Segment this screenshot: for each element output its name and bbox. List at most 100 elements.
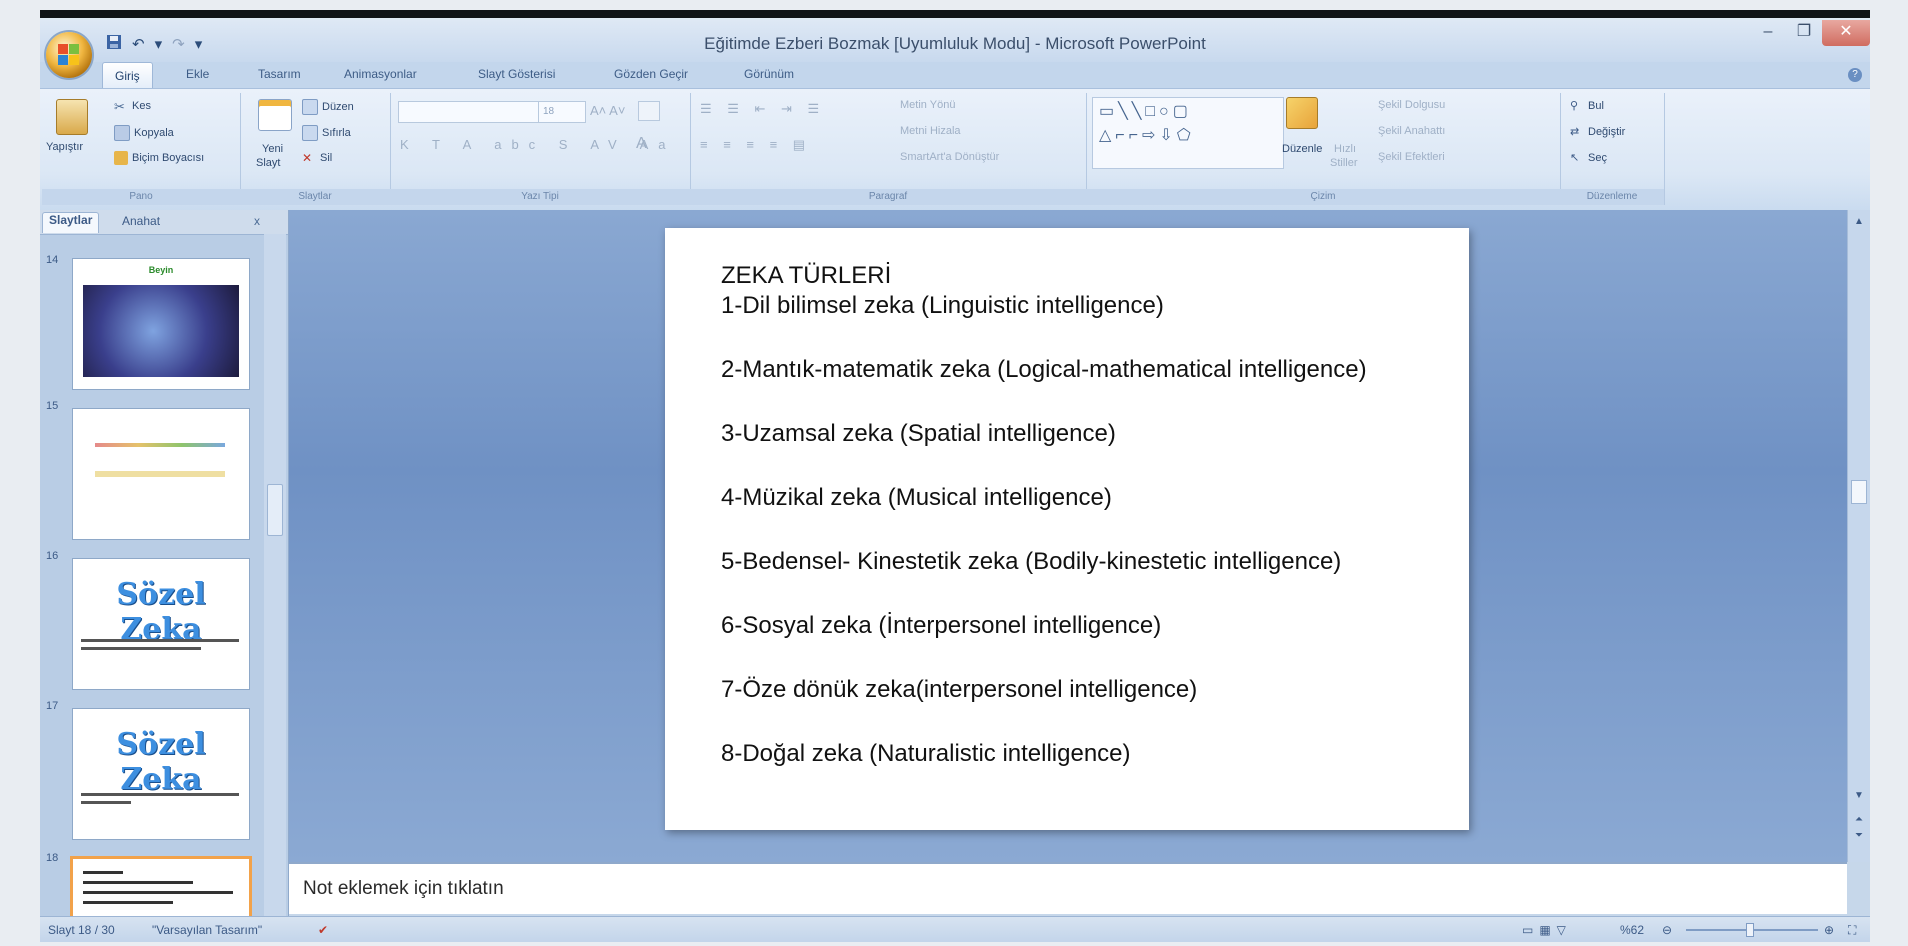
replace-button[interactable]: ⇄ Değiştir xyxy=(1570,125,1625,139)
tab-slideshow[interactable]: Slayt Gösterisi xyxy=(478,67,555,81)
cut-button[interactable]: ✂ Kes xyxy=(114,99,151,114)
delete-label: Sil xyxy=(320,151,333,164)
new-slide-label[interactable]: Yeni xyxy=(262,143,283,155)
paragraph-group-label: Paragraf xyxy=(690,189,1086,205)
tab-insert[interactable]: Ekle xyxy=(186,67,209,81)
copy-button[interactable]: Kopyala xyxy=(114,125,174,141)
tab-review[interactable]: Gözden Geçir xyxy=(614,67,688,81)
delete-slide-button[interactable]: ✕ Sil xyxy=(302,151,332,165)
help-icon[interactable]: ? xyxy=(1848,68,1862,82)
thumbnails-scroll-thumb[interactable] xyxy=(267,484,283,536)
font-name-combo[interactable] xyxy=(398,101,540,123)
arrange-icon[interactable] xyxy=(1286,97,1318,129)
slide-list-item[interactable]: 2-Mantık-matematik zeka (Logical-mathema… xyxy=(721,356,1367,384)
grow-font-icon[interactable]: A˄ A˅ xyxy=(590,103,625,118)
slide-thumbnail-15[interactable] xyxy=(72,408,250,540)
tab-outline[interactable]: Anahat xyxy=(122,214,160,228)
slide-list-item[interactable]: 4-Müzikal zeka (Musical intelligence) xyxy=(721,484,1112,512)
quick-styles-label[interactable]: Hızlı xyxy=(1334,143,1356,155)
thumb-text-line xyxy=(83,881,193,884)
next-slide-icon[interactable]: ⏷ xyxy=(1852,830,1866,841)
scroll-up-icon[interactable]: ▲ xyxy=(1852,216,1866,227)
shapes-gallery[interactable]: ▭╲╲□○▢ △⌐⌐⇨⇩⬠ xyxy=(1092,97,1284,169)
slide-thumbnail-14[interactable]: Beyin xyxy=(72,258,250,390)
slide-list-item[interactable]: 8-Doğal zeka (Naturalistic intelligence) xyxy=(721,740,1131,768)
scissors-icon: ✂ xyxy=(114,99,125,114)
slide-list-item[interactable]: 7-Öze dönük zeka(interpersonel intellige… xyxy=(721,676,1197,704)
font-size-combo[interactable]: 18 xyxy=(538,101,586,123)
shape-outline-button[interactable]: Şekil Anahattı xyxy=(1378,125,1445,137)
thumb-number: 15 xyxy=(46,400,59,412)
slide-counter: Slayt 18 / 30 xyxy=(48,923,115,937)
close-button[interactable]: ✕ xyxy=(1822,20,1870,46)
paste-icon[interactable] xyxy=(56,99,88,135)
slide-thumbnail-18[interactable] xyxy=(70,856,252,918)
paste-button[interactable]: Yapıştır xyxy=(46,141,83,153)
thumb-text-line xyxy=(95,471,225,477)
tab-home[interactable]: Giriş xyxy=(102,62,153,89)
slide-thumbnail-17[interactable]: Sözel Zeka xyxy=(72,708,250,840)
zoom-in-icon[interactable]: ⊕ xyxy=(1824,923,1834,937)
brain-image xyxy=(83,285,239,377)
text-direction-button[interactable]: Metin Yönü xyxy=(900,99,955,111)
tab-view[interactable]: Görünüm xyxy=(744,67,794,81)
replace-icon: ⇄ xyxy=(1570,126,1580,138)
align-buttons[interactable]: ≡ ≡ ≡ ≡ ▤ xyxy=(700,137,811,153)
reset-icon xyxy=(302,125,318,141)
view-buttons[interactable]: ▭▦▽ xyxy=(1522,923,1572,937)
previous-slide-icon[interactable]: ⏶ xyxy=(1852,814,1866,825)
layout-button[interactable]: Düzen xyxy=(302,99,354,115)
notes-pane[interactable]: Not eklemek için tıklatın xyxy=(289,862,1847,914)
tab-slides[interactable]: Slaytlar xyxy=(42,212,100,233)
office-button[interactable] xyxy=(46,32,92,78)
current-slide[interactable]: ZEKA TÜRLERİ 1-Dil bilimsel zeka (Lingui… xyxy=(665,228,1469,830)
clipboard-group-label: Pano xyxy=(42,189,240,205)
tab-animations[interactable]: Animasyonlar xyxy=(344,67,417,81)
new-slide-icon[interactable] xyxy=(258,99,292,131)
slide-editing-area: ZEKA TÜRLERİ 1-Dil bilimsel zeka (Lingui… xyxy=(289,210,1847,862)
slides-group-label: Slaytlar xyxy=(240,189,390,205)
minimize-button[interactable]: – xyxy=(1750,20,1786,46)
font-color-icon[interactable]: A xyxy=(636,135,647,153)
quick-styles-label-2[interactable]: Stiller xyxy=(1330,157,1358,169)
scroll-down-icon[interactable]: ▼ xyxy=(1852,790,1866,801)
slide-list-item[interactable]: 6-Sosyal zeka (İnterpersonel intelligenc… xyxy=(721,612,1161,640)
arrange-button[interactable]: Düzenle xyxy=(1282,143,1322,155)
find-button[interactable]: ⚲ Bul xyxy=(1570,99,1604,113)
thumb-text-line xyxy=(83,871,123,874)
reset-button[interactable]: Sıfırla xyxy=(302,125,351,141)
select-button[interactable]: ↖ Seç xyxy=(1570,151,1607,165)
slides-panel: Slaytlar Anahat x 14 Beyin 15 16 Sözel Z… xyxy=(40,210,289,918)
format-painter-button[interactable]: Biçim Boyacısı xyxy=(114,151,204,165)
slide-list-item[interactable]: 3-Uzamsal zeka (Spatial intelligence) xyxy=(721,420,1116,448)
thumb-wordart: Sözel Zeka xyxy=(116,577,206,647)
zoom-out-icon[interactable]: ⊖ xyxy=(1662,923,1672,937)
tab-design[interactable]: Tasarım xyxy=(258,67,301,81)
clear-format-icon[interactable] xyxy=(638,101,660,121)
align-text-button[interactable]: Metni Hizala xyxy=(900,125,961,137)
new-slide-label-2[interactable]: Slayt xyxy=(256,157,280,169)
shape-effects-button[interactable]: Şekil Efektleri xyxy=(1378,151,1445,163)
thumb-text-line xyxy=(81,801,131,804)
panel-close-icon[interactable]: x xyxy=(254,214,260,228)
zoom-slider-thumb[interactable] xyxy=(1746,923,1754,937)
restore-button[interactable]: ❐ xyxy=(1786,20,1822,46)
slide-list-item[interactable]: 5-Bedensel- Kinestetik zeka (Bodily-kine… xyxy=(721,548,1341,576)
list-buttons[interactable]: ☰ ☰ ⇤ ⇥ ☰ xyxy=(700,101,825,117)
slide-title[interactable]: ZEKA TÜRLERİ xyxy=(721,262,891,290)
shape-fill-button[interactable]: Şekil Dolgusu xyxy=(1378,99,1445,111)
fit-to-window-icon[interactable]: ⛶ xyxy=(1848,923,1856,938)
title-bar: ↶ ▾ ↷ ▾ Eğitimde Ezberi Bozmak [Uyumlulu… xyxy=(40,18,1870,62)
slide-scroll-thumb[interactable] xyxy=(1851,480,1867,504)
status-bar: Slayt 18 / 30 "Varsayılan Tasarım" ✔ ▭▦▽… xyxy=(40,916,1870,942)
slide-vertical-scrollbar[interactable]: ▲ ▼ ⏶ ⏷ xyxy=(1847,210,1870,862)
font-style-buttons[interactable]: K T A abc S AV Aa xyxy=(400,137,676,152)
thumb-number: 18 xyxy=(46,852,59,864)
thumbnails-scrollbar[interactable] xyxy=(264,234,286,918)
slide-list-item[interactable]: 1-Dil bilimsel zeka (Linguistic intellig… xyxy=(721,292,1164,320)
zoom-level[interactable]: %62 xyxy=(1620,923,1644,937)
slide-thumbnail-16[interactable]: Sözel Zeka xyxy=(72,558,250,690)
spellcheck-icon[interactable]: ✔ xyxy=(318,923,328,937)
smartart-button[interactable]: SmartArt'a Dönüştür xyxy=(900,151,999,163)
delete-icon: ✕ xyxy=(302,151,313,165)
